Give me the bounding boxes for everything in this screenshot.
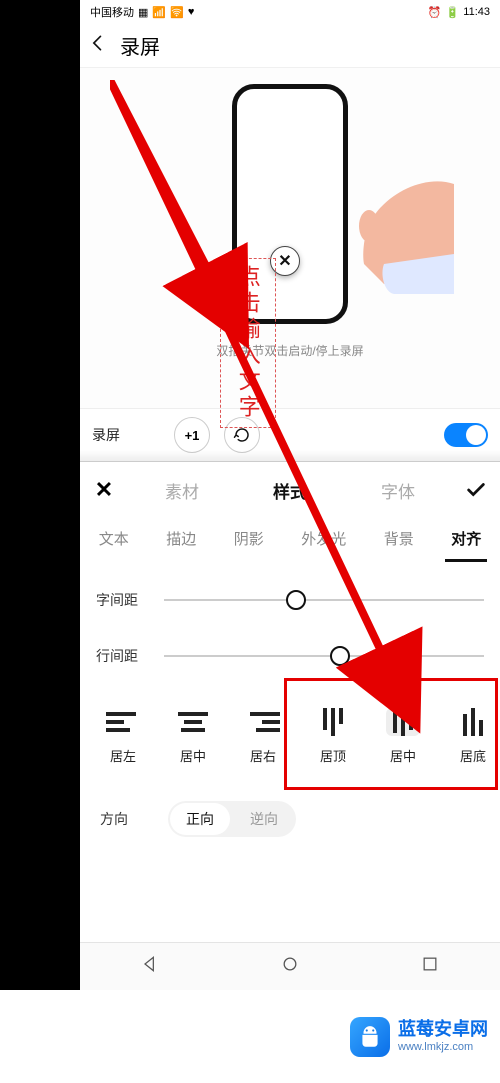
align-bottom-icon bbox=[456, 708, 490, 736]
align-area: 居左 居中 居右 居顶 居中 bbox=[80, 684, 500, 775]
subtab-bg[interactable]: 背景 bbox=[378, 522, 420, 562]
align-top-icon bbox=[316, 708, 350, 736]
align-right-label: 居右 bbox=[250, 746, 276, 765]
watermark-logo bbox=[350, 1017, 390, 1057]
left-black-gutter bbox=[0, 0, 80, 990]
battery-icon: 🔋 bbox=[446, 6, 460, 19]
direction-forward[interactable]: 正向 bbox=[170, 803, 230, 835]
letter-spacing-slider[interactable] bbox=[164, 599, 484, 601]
watermark-title: 蓝莓安卓网 bbox=[398, 1019, 488, 1041]
page-title: 录屏 bbox=[120, 31, 160, 60]
device-screen: 中国移动 ▦ 📶 🛜 ♥ ⏰ 🔋 11:43 录屏 ✕ 点击输入文字 双指关节双… bbox=[80, 0, 500, 990]
align-horizontal-group: 居左 居中 居右 bbox=[88, 708, 298, 765]
align-center-h[interactable]: 居中 bbox=[158, 708, 228, 765]
line-spacing-thumb[interactable] bbox=[330, 646, 350, 666]
signal-icon: 📶 bbox=[152, 6, 166, 19]
align-bottom[interactable]: 居底 bbox=[438, 708, 500, 765]
direction-row: 方向 正向 逆向 bbox=[80, 775, 500, 847]
back-icon[interactable] bbox=[88, 33, 108, 58]
subtab-shadow[interactable]: 阴影 bbox=[228, 522, 270, 562]
tab-material[interactable]: 素材 bbox=[157, 468, 207, 513]
nav-back-icon[interactable] bbox=[140, 954, 160, 979]
tab-font[interactable]: 字体 bbox=[373, 468, 423, 513]
page-header: 录屏 bbox=[80, 24, 500, 68]
hd-icon: ▦ bbox=[138, 6, 148, 19]
style-sub-tabs: 文本 描边 阴影 外发光 背景 对齐 bbox=[80, 518, 500, 572]
letter-spacing-thumb[interactable] bbox=[286, 590, 306, 610]
toolbar-label: 录屏 bbox=[92, 425, 120, 445]
carrier-label: 中国移动 bbox=[90, 4, 134, 20]
text-placeholder: 点击输入文字 bbox=[234, 265, 262, 421]
clock-label: 11:43 bbox=[463, 6, 490, 18]
watermark-url: www.lmkjz.com bbox=[398, 1041, 488, 1054]
nav-recents-icon[interactable] bbox=[420, 954, 440, 979]
direction-label: 方向 bbox=[100, 809, 128, 829]
edit-sheet: ✕ 素材 样式 字体 文本 描边 阴影 外发光 背景 对齐 字间距 行间 bbox=[80, 461, 500, 990]
subtab-text[interactable]: 文本 bbox=[93, 522, 135, 562]
direction-segmented: 正向 逆向 bbox=[168, 801, 296, 837]
tab-style[interactable]: 样式 bbox=[265, 468, 315, 513]
add-button[interactable]: +1 bbox=[174, 417, 210, 453]
align-middle-v-label: 居中 bbox=[390, 746, 416, 765]
sheet-confirm-button[interactable] bbox=[452, 479, 500, 501]
subtab-stroke[interactable]: 描边 bbox=[160, 522, 202, 562]
sheet-close-button[interactable]: ✕ bbox=[80, 477, 128, 503]
align-bottom-label: 居底 bbox=[460, 746, 486, 765]
preview-area: ✕ 点击输入文字 双指关节双击启动/停上录屏 bbox=[80, 68, 500, 408]
letter-spacing-row: 字间距 bbox=[80, 572, 500, 628]
status-bar: 中国移动 ▦ 📶 🛜 ♥ ⏰ 🔋 11:43 bbox=[80, 0, 500, 24]
nav-home-icon[interactable] bbox=[280, 954, 300, 979]
align-left[interactable]: 居左 bbox=[88, 708, 158, 765]
direction-reverse[interactable]: 逆向 bbox=[232, 801, 296, 837]
alarm-icon: ⏰ bbox=[428, 6, 442, 19]
align-top[interactable]: 居顶 bbox=[298, 708, 368, 765]
wifi-icon: 🛜 bbox=[170, 6, 184, 19]
align-left-label: 居左 bbox=[110, 746, 136, 765]
align-center-h-icon bbox=[176, 708, 210, 736]
line-spacing-label: 行间距 bbox=[96, 646, 148, 666]
android-nav-bar bbox=[80, 942, 500, 990]
align-top-label: 居顶 bbox=[320, 746, 346, 765]
align-vertical-group: 居顶 居中 居底 bbox=[298, 708, 500, 765]
sheet-tabs: 素材 样式 字体 bbox=[128, 468, 452, 513]
align-middle-v[interactable]: 居中 bbox=[368, 708, 438, 765]
subtab-align[interactable]: 对齐 bbox=[445, 522, 487, 562]
subtab-glow[interactable]: 外发光 bbox=[295, 522, 352, 562]
heart-icon: ♥ bbox=[188, 6, 195, 18]
align-right-icon bbox=[246, 708, 280, 736]
align-center-h-label: 居中 bbox=[180, 746, 206, 765]
line-spacing-slider[interactable] bbox=[164, 655, 484, 657]
letter-spacing-label: 字间距 bbox=[96, 590, 148, 610]
align-left-icon bbox=[106, 708, 140, 736]
align-right[interactable]: 居右 bbox=[228, 708, 298, 765]
align-middle-v-icon bbox=[386, 708, 420, 736]
text-input-overlay[interactable]: 点击输入文字 bbox=[220, 258, 276, 428]
line-spacing-row: 行间距 bbox=[80, 628, 500, 684]
record-toggle[interactable] bbox=[444, 423, 488, 447]
watermark-footer: 蓝莓安卓网 www.lmkjz.com bbox=[0, 990, 500, 1083]
